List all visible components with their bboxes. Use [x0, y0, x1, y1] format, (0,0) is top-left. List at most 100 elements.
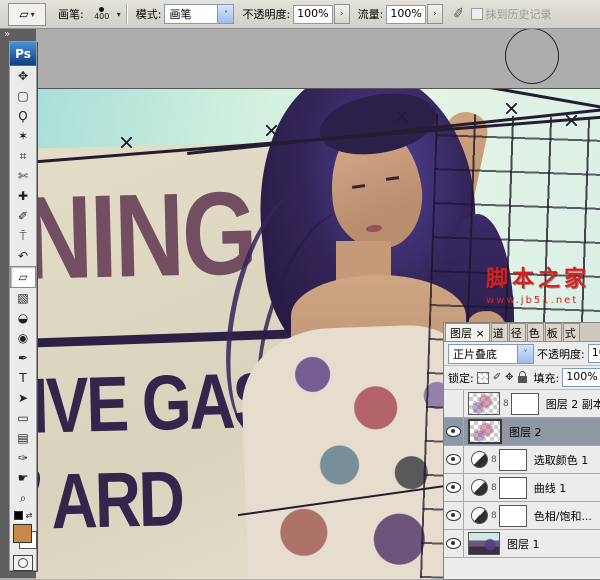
layer-thumbnail[interactable]: [468, 419, 502, 444]
mode-value: 画笔: [165, 5, 217, 23]
mode-select[interactable]: 画笔 ˅: [164, 4, 234, 24]
tab-paths[interactable]: 径: [509, 323, 526, 341]
opacity-slider-button[interactable]: ›: [334, 4, 350, 24]
brush-size-value: 400: [94, 13, 109, 21]
blend-mode-select[interactable]: 正片叠底 ˅: [448, 344, 534, 364]
gradient-tool[interactable]: ▧: [10, 288, 36, 308]
blend-mode-row: 正片叠底 ˅ 不透明度: 100%: [444, 342, 600, 366]
layers-panel: 图层 × 道 径 色 板 式 正片叠底 ˅ 不透明度: 100% 锁定: ✐ ✥…: [443, 322, 600, 580]
separator: [126, 4, 128, 24]
slice-tool[interactable]: ✄: [10, 166, 36, 186]
visibility-toggle[interactable]: [444, 418, 464, 445]
layer-name: 图层 2 副本: [546, 396, 600, 412]
visibility-toggle[interactable]: [444, 474, 464, 501]
lasso-tool[interactable]: Ϙ: [10, 106, 36, 126]
lock-move-icon[interactable]: ✥: [505, 372, 513, 383]
blur-tool[interactable]: ◒: [10, 308, 36, 328]
photo-barb: [266, 125, 277, 136]
layer-row[interactable]: 8 曲线 1: [444, 474, 600, 502]
combo-arrow-icon[interactable]: ˅: [517, 345, 533, 363]
layer-name: 图层 1: [507, 536, 540, 552]
layer-name: 选取颜色 1: [534, 452, 589, 468]
layer-mask-thumbnail[interactable]: [511, 393, 539, 415]
move-tool[interactable]: ✥: [10, 66, 36, 86]
photo-barb: [396, 111, 407, 122]
flow-input[interactable]: 100%: [386, 5, 425, 24]
erase-history-checkbox[interactable]: [471, 8, 483, 20]
zoom-tool[interactable]: ⌕: [10, 488, 36, 508]
visibility-toggle[interactable]: [444, 502, 464, 529]
burn-tool[interactable]: ◉: [10, 328, 36, 348]
quick-mask-icon: [18, 558, 28, 568]
layer-row[interactable]: 8 色相/饱和...: [444, 502, 600, 530]
watermark: 脚本之家 www.jb51.net: [486, 261, 590, 306]
tab-layers[interactable]: 图层 ×: [445, 323, 490, 341]
layer-row[interactable]: 8 选取颜色 1: [444, 446, 600, 474]
lock-paint-icon[interactable]: ✐: [493, 372, 501, 383]
clone-stamp-tool[interactable]: ⍑: [10, 226, 36, 246]
layer-opacity-label: 不透明度:: [537, 346, 585, 362]
magic-wand-tool[interactable]: ✶: [10, 126, 36, 146]
eraser-tool[interactable]: ▱: [10, 266, 36, 288]
photo-barbed-wire: [457, 88, 600, 113]
layer-opacity-input[interactable]: 100%: [588, 344, 600, 363]
combo-arrow-icon[interactable]: ˅: [217, 5, 233, 23]
type-tool[interactable]: T: [10, 368, 36, 388]
marquee-tool[interactable]: ▢: [10, 86, 36, 106]
layer-row[interactable]: 图层 2: [444, 418, 600, 446]
visibility-toggle[interactable]: [444, 530, 464, 557]
brush-preset-picker[interactable]: 400: [87, 3, 117, 25]
sign-text-line3: ARD: [50, 453, 183, 547]
crop-tool[interactable]: ⌗: [10, 146, 36, 166]
layer-mask-thumbnail[interactable]: [499, 449, 527, 471]
photo-barb: [506, 103, 517, 114]
eye-icon: [446, 482, 461, 493]
adjustment-layer-icon[interactable]: [471, 507, 488, 524]
healing-brush-tool[interactable]: ✚: [10, 186, 36, 206]
adjustment-layer-icon[interactable]: [471, 451, 488, 468]
eye-icon: [446, 454, 461, 465]
layer-name: 图层 2: [509, 424, 542, 440]
visibility-toggle[interactable]: [444, 390, 464, 417]
default-colors-icon[interactable]: [14, 511, 23, 520]
airbrush-icon[interactable]: ✐: [451, 5, 465, 23]
tab-swatches[interactable]: 板: [545, 323, 562, 341]
tab-color[interactable]: 色: [527, 323, 544, 341]
toolbox: Ps ✥ ▢ Ϙ ✶ ⌗ ✄ ✚ ✐ ⍑ ↶ ▱ ▧ ◒ ◉ ✒ T ➤ ▭ ▤…: [9, 41, 37, 571]
pen-tool[interactable]: ✒: [10, 348, 36, 368]
brush-tool[interactable]: ✐: [10, 206, 36, 226]
opacity-label: 不透明度:: [242, 6, 290, 22]
visibility-toggle[interactable]: [444, 446, 464, 473]
tab-styles[interactable]: 式: [563, 323, 580, 341]
mask-link-icon: 8: [491, 511, 497, 521]
adjustment-layer-icon[interactable]: [471, 479, 488, 496]
layer-thumbnail[interactable]: [468, 392, 500, 415]
fill-input[interactable]: 100%: [562, 368, 600, 387]
ps-logo: Ps: [10, 42, 36, 66]
layer-mask-thumbnail[interactable]: [499, 477, 527, 499]
chevron-down-icon: ▾: [31, 10, 35, 19]
shape-tool[interactable]: ▭: [10, 408, 36, 428]
watermark-title: 脚本之家: [486, 261, 590, 293]
layer-row[interactable]: 图层 1: [444, 530, 600, 558]
lock-transparency-icon[interactable]: [477, 372, 489, 384]
hand-tool[interactable]: ☛: [10, 468, 36, 488]
tool-preset-picker[interactable]: ▱ ▾: [8, 3, 46, 26]
swap-colors-icon[interactable]: ⇄: [26, 511, 33, 520]
foreground-color-swatch[interactable]: [13, 524, 32, 543]
mask-link-icon: 8: [491, 455, 497, 465]
layer-mask-thumbnail[interactable]: [499, 505, 527, 527]
flow-slider-button[interactable]: ›: [427, 4, 443, 24]
lock-all-icon[interactable]: [518, 376, 527, 383]
tab-channels[interactable]: 道: [491, 323, 508, 341]
opacity-input[interactable]: 100%: [293, 5, 332, 24]
layer-thumbnail[interactable]: [468, 532, 500, 555]
layer-row[interactable]: 8 图层 2 副本: [444, 390, 600, 418]
quick-mask-button[interactable]: [13, 555, 33, 571]
path-select-tool[interactable]: ➤: [10, 388, 36, 408]
color-swatches: [10, 522, 36, 552]
notes-tool[interactable]: ▤: [10, 428, 36, 448]
history-brush-tool[interactable]: ↶: [10, 246, 36, 266]
eyedropper-tool[interactable]: ✑: [10, 448, 36, 468]
collapse-arrows-icon[interactable]: »: [0, 28, 36, 40]
